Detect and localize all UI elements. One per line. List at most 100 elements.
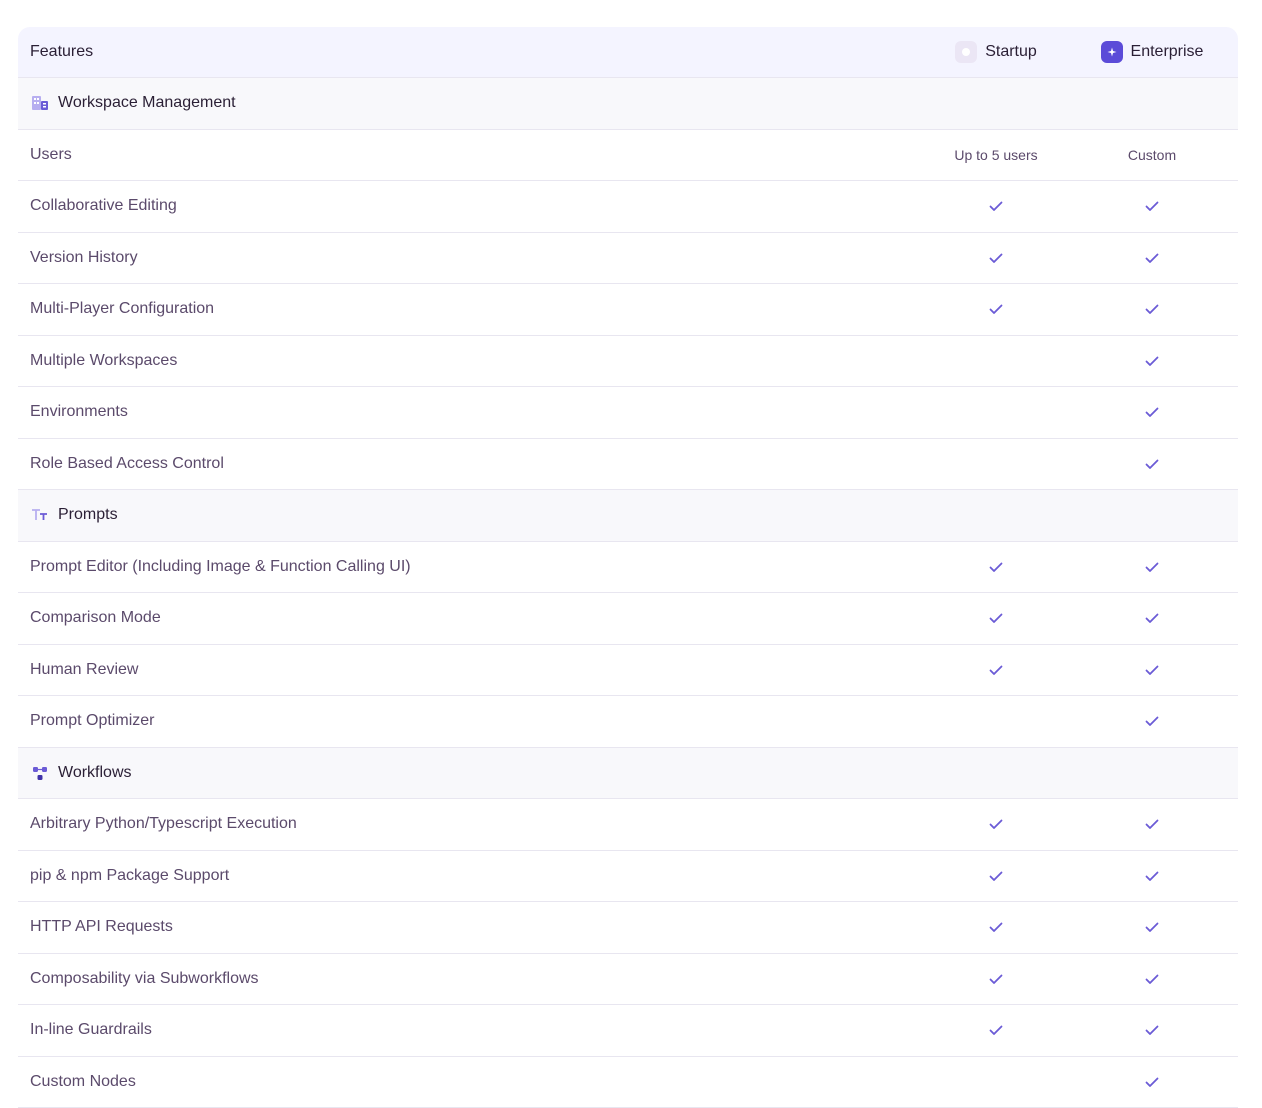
startup-cell (906, 301, 1086, 317)
feature-cell: HTTP API Requests (18, 918, 906, 936)
feature-row-role-based-access-control: Role Based Access Control (18, 439, 1238, 491)
feature-label: HTTP API Requests (30, 918, 173, 936)
enterprise-cell: Custom (1086, 147, 1218, 163)
enterprise-cell (1086, 713, 1218, 729)
feature-label: Collaborative Editing (30, 197, 177, 215)
table-body: Workspace Management Users Up to 5 users Cu… (18, 78, 1238, 1108)
feature-cell: Multi-Player Configuration (18, 300, 906, 318)
feature-label: Version History (30, 249, 138, 267)
text-size-icon (30, 505, 50, 525)
check-icon (1144, 559, 1160, 575)
check-icon (988, 198, 1004, 214)
check-icon (1144, 1074, 1160, 1090)
check-icon (1144, 198, 1160, 214)
enterprise-cell (1086, 456, 1218, 472)
feature-label: pip & npm Package Support (30, 867, 229, 885)
feature-row-comparison-mode: Comparison Mode (18, 593, 1238, 645)
feature-row-arbitrary-python-typescript-execution: Arbitrary Python/Typescript Execution (18, 799, 1238, 851)
section-row-prompts: Prompts (18, 490, 1238, 542)
check-icon (1144, 971, 1160, 987)
startup-cell (906, 610, 1086, 626)
startup-label: Startup (985, 43, 1037, 61)
startup-cell (906, 971, 1086, 987)
check-icon (988, 559, 1004, 575)
startup-cell (906, 1022, 1086, 1038)
feature-cell: Version History (18, 249, 906, 267)
feature-cell: Custom Nodes (18, 1073, 906, 1091)
feature-row-custom-nodes: Custom Nodes (18, 1057, 1238, 1108)
feature-label: Composability via Subworkflows (30, 970, 259, 988)
enterprise-cell (1086, 301, 1218, 317)
enterprise-cell (1086, 559, 1218, 575)
feature-label: Prompt Editor (Including Image & Functio… (30, 558, 411, 576)
check-icon (1144, 868, 1160, 884)
feature-comparison-table: Features Startup Enterprise Workspace Ma… (18, 27, 1238, 1108)
check-icon (988, 816, 1004, 832)
check-icon (1144, 919, 1160, 935)
feature-label: Comparison Mode (30, 609, 161, 627)
section-label: Workspace Management (58, 94, 236, 112)
feature-cell: Collaborative Editing (18, 197, 906, 215)
feature-label: Human Review (30, 661, 138, 679)
feature-label: In-line Guardrails (30, 1021, 152, 1039)
building-icon (30, 93, 50, 113)
table-header: Features Startup Enterprise (18, 27, 1238, 78)
feature-cell: Composability via Subworkflows (18, 970, 906, 988)
check-icon (988, 250, 1004, 266)
section-label: Workflows (58, 764, 132, 782)
check-icon (1144, 353, 1160, 369)
feature-cell: Human Review (18, 661, 906, 679)
feature-cell: Multiple Workspaces (18, 352, 906, 370)
enterprise-cell (1086, 971, 1218, 987)
section-row-workspace-management: Workspace Management (18, 78, 1238, 130)
enterprise-cell (1086, 404, 1218, 420)
check-icon (1144, 662, 1160, 678)
feature-cell: Workspace Management (18, 93, 906, 113)
features-label: Features (30, 43, 93, 61)
check-icon (1144, 713, 1160, 729)
startup-value: Up to 5 users (954, 147, 1037, 163)
startup-cell (906, 868, 1086, 884)
feature-cell: Role Based Access Control (18, 455, 906, 473)
section-row-workflows: Workflows (18, 748, 1238, 800)
check-icon (1144, 250, 1160, 266)
feature-label: Prompt Optimizer (30, 712, 154, 730)
feature-cell: Users (18, 146, 906, 164)
feature-label: Role Based Access Control (30, 455, 224, 473)
enterprise-label: Enterprise (1131, 43, 1204, 61)
workflow-nodes-icon (30, 763, 50, 783)
startup-cell (906, 919, 1086, 935)
feature-label: Custom Nodes (30, 1073, 136, 1091)
startup-cell (906, 559, 1086, 575)
feature-row-version-history: Version History (18, 233, 1238, 285)
feature-cell: Comparison Mode (18, 609, 906, 627)
startup-cell (906, 662, 1086, 678)
check-icon (988, 971, 1004, 987)
feature-cell: In-line Guardrails (18, 1021, 906, 1039)
feature-row-in-line-guardrails: In-line Guardrails (18, 1005, 1238, 1057)
enterprise-cell (1086, 816, 1218, 832)
startup-cell (906, 816, 1086, 832)
check-icon (1144, 456, 1160, 472)
features-column-header: Features (18, 43, 906, 61)
feature-cell: pip & npm Package Support (18, 867, 906, 885)
check-icon (1144, 301, 1160, 317)
enterprise-cell (1086, 610, 1218, 626)
startup-cell (906, 198, 1086, 214)
feature-row-prompt-optimizer: Prompt Optimizer (18, 696, 1238, 748)
check-icon (988, 868, 1004, 884)
feature-cell: Arbitrary Python/Typescript Execution (18, 815, 906, 833)
check-icon (988, 662, 1004, 678)
enterprise-value: Custom (1128, 147, 1176, 163)
startup-cell: Up to 5 users (906, 147, 1086, 163)
feature-label: Environments (30, 403, 128, 421)
feature-row-http-api-requests: HTTP API Requests (18, 902, 1238, 954)
feature-row-collaborative-editing: Collaborative Editing (18, 181, 1238, 233)
feature-label: Multiple Workspaces (30, 352, 177, 370)
enterprise-cell (1086, 353, 1218, 369)
enterprise-cell (1086, 250, 1218, 266)
startup-plan-icon (955, 41, 977, 63)
startup-column-header: Startup (906, 41, 1086, 63)
feature-row-human-review: Human Review (18, 645, 1238, 697)
feature-row-composability-via-subworkflows: Composability via Subworkflows (18, 954, 1238, 1006)
